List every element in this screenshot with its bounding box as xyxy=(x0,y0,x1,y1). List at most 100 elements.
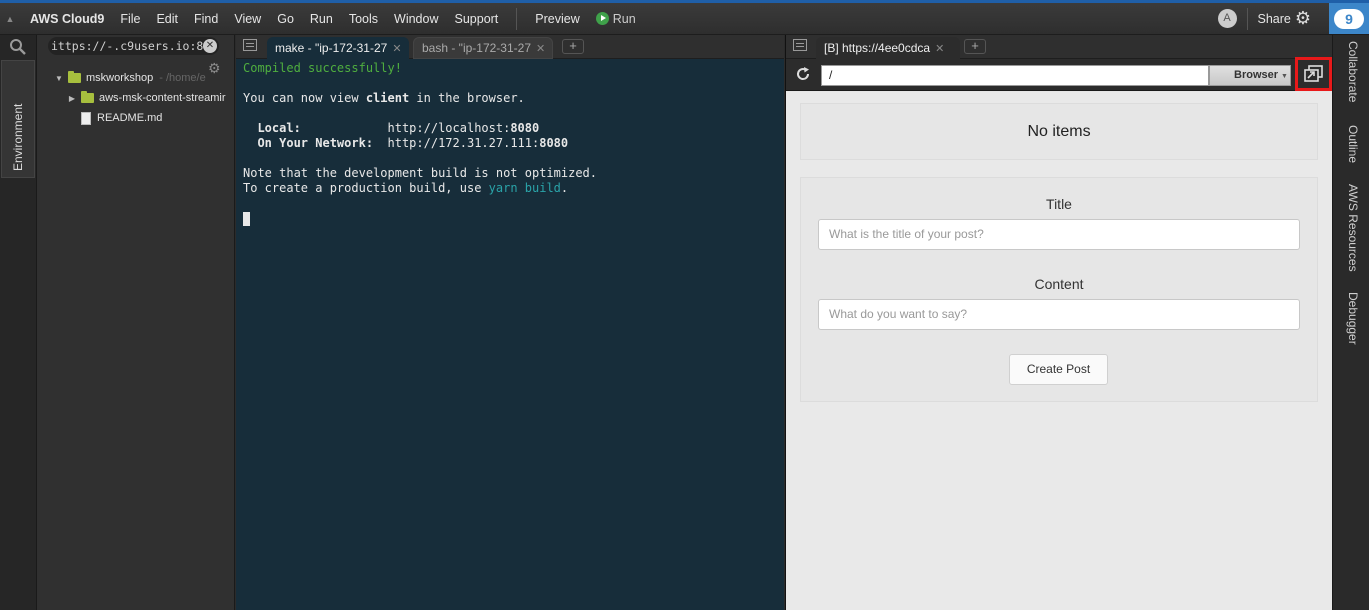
menu-go[interactable]: Go xyxy=(269,4,302,34)
share-button[interactable]: Share xyxy=(1258,12,1291,26)
browser-nav-bar: / Browser ▼ xyxy=(786,57,1333,91)
left-rail: Environment xyxy=(0,35,37,610)
menu-support[interactable]: Support xyxy=(447,4,507,34)
browser-tabbar: [B] https://4ee0cdca ✕ + xyxy=(786,35,1332,59)
menu-run[interactable]: Run xyxy=(302,4,341,34)
tree-settings-icon[interactable]: ⚙ xyxy=(208,60,221,77)
preview-browser-panel: [B] https://4ee0cdca ✕ + / Browser ▼ No … xyxy=(785,35,1333,610)
menu-divider xyxy=(516,7,518,30)
cloud9-ide: ▲ AWS Cloud9 File Edit Find View Go Run … xyxy=(0,0,1369,610)
file-tree-panel: ittps://-.c9users.io:8 ✕ ⚙ ▼ mskworkshop… xyxy=(37,35,235,610)
menu-tools[interactable]: Tools xyxy=(341,4,386,34)
terminal-local-label: Local: xyxy=(243,121,388,135)
tab-label: bash - "ip-172-31-27 xyxy=(422,41,531,55)
search-icon[interactable] xyxy=(9,38,27,56)
expanded-triangle-icon[interactable]: ▼ xyxy=(54,74,64,83)
run-button-label: Run xyxy=(612,11,636,26)
app-preview-area: No items Title What is the title of your… xyxy=(786,92,1333,610)
tree-item-label: README.md xyxy=(97,112,163,124)
avatar[interactable]: A xyxy=(1217,9,1237,28)
create-post-button[interactable]: Create Post xyxy=(1009,354,1108,385)
folder-icon xyxy=(81,91,94,103)
cloud9-logo[interactable]: 9 xyxy=(1329,3,1369,34)
tab-debugger[interactable]: Debugger xyxy=(1346,292,1360,345)
collapsed-triangle-icon[interactable]: ▶ xyxy=(67,94,77,103)
close-icon[interactable]: ✕ xyxy=(536,42,545,55)
terminal-view-suffix: in the browser. xyxy=(409,91,525,105)
tab-environment-label: Environment xyxy=(11,103,25,171)
terminal-tabbar: make - "ip-172-31-27 ✕ bash - "ip-172-31… xyxy=(236,35,784,59)
tree-search-value: ittps://-.c9users.io:8 xyxy=(51,39,204,53)
terminal-network-url: http://172.31.27.111: xyxy=(387,136,540,150)
menu-view[interactable]: View xyxy=(226,4,269,34)
menu-find[interactable]: Find xyxy=(186,4,226,34)
play-icon xyxy=(595,12,609,25)
caret-down-icon: ▼ xyxy=(1281,73,1288,80)
new-tab-icon[interactable]: + xyxy=(964,39,986,54)
menubar-right: A Share ⚙ 9 xyxy=(1217,3,1369,34)
new-tab-icon[interactable]: + xyxy=(562,39,584,54)
tab-aws-resources[interactable]: AWS Resources xyxy=(1346,184,1360,272)
browser-mode-select[interactable]: Browser ▼ xyxy=(1209,65,1291,86)
preview-menu[interactable]: Preview xyxy=(527,4,587,34)
close-icon[interactable]: ✕ xyxy=(935,42,944,55)
popout-button[interactable] xyxy=(1295,57,1332,91)
tab-collaborate[interactable]: Collaborate xyxy=(1346,41,1360,102)
tab-make-terminal[interactable]: make - "ip-172-31-27 ✕ xyxy=(267,37,409,59)
tab-label: [B] https://4ee0cdca xyxy=(824,41,931,55)
menu-file[interactable]: File xyxy=(112,4,148,34)
empty-state-card: No items xyxy=(800,103,1318,160)
post-form-card: Title What is the title of your post? Co… xyxy=(800,177,1318,402)
terminal-local-url: http://localhost: xyxy=(387,121,511,135)
terminal-yarn-build: yarn build xyxy=(488,181,561,195)
terminal-compiled-line: Compiled successfully! xyxy=(243,61,402,75)
terminal-panel: make - "ip-172-31-27 ✕ bash - "ip-172-31… xyxy=(236,35,784,610)
terminal-note-line1: Note that the development build is not o… xyxy=(243,166,598,180)
terminal-view-prefix: You can now view xyxy=(243,91,366,105)
tab-browser-preview[interactable]: [B] https://4ee0cdca ✕ xyxy=(816,37,960,59)
content-input[interactable]: What do you want to say? xyxy=(818,299,1300,330)
tree-item-path: - /home/e xyxy=(159,72,206,84)
run-button[interactable]: Run xyxy=(588,4,644,34)
collapse-menu-icon[interactable]: ▲ xyxy=(0,14,20,24)
cloud-icon: 9 xyxy=(1334,9,1364,29)
close-icon[interactable]: ✕ xyxy=(392,42,401,55)
content-label: Content xyxy=(1034,276,1084,292)
terminal-network-port: 8080 xyxy=(539,136,569,150)
address-input[interactable]: / xyxy=(821,65,1209,86)
title-input[interactable]: What is the title of your post? xyxy=(818,219,1300,250)
terminal-view-client: client xyxy=(365,91,410,105)
gear-icon[interactable]: ⚙ xyxy=(1295,8,1311,29)
right-rail: Collaborate Outline AWS Resources Debugg… xyxy=(1332,35,1369,610)
share-divider xyxy=(1246,7,1248,30)
tree-search-input[interactable]: ittps://-.c9users.io:8 ✕ xyxy=(48,37,219,55)
tab-outline[interactable]: Outline xyxy=(1346,125,1360,163)
menu-edit[interactable]: Edit xyxy=(148,4,186,34)
reload-icon[interactable] xyxy=(795,66,811,82)
tree-item-label: mskworkshop xyxy=(86,72,154,84)
terminal-output[interactable]: Compiled successfully! You can now view … xyxy=(243,61,597,226)
tree-item-aws-msk-content[interactable]: ▶ aws-msk-content-streamir xyxy=(67,88,226,108)
file-icon xyxy=(81,111,91,125)
terminal-cursor xyxy=(243,211,250,226)
clear-icon[interactable]: ✕ xyxy=(203,39,217,53)
terminal-note-prefix: To create a production build, use xyxy=(243,181,489,195)
tree-item-label: aws-msk-content-streamir xyxy=(99,92,226,104)
title-label: Title xyxy=(1046,196,1072,212)
empty-state-text: No items xyxy=(1027,122,1091,140)
menu-window[interactable]: Window xyxy=(386,4,446,34)
terminal-local-port: 8080 xyxy=(510,121,540,135)
tab-label: make - "ip-172-31-27 xyxy=(275,41,388,55)
tree-item-mskworkshop[interactable]: ▼ mskworkshop - /home/e xyxy=(54,68,206,88)
tree-item-readme[interactable]: README.md xyxy=(81,108,162,128)
tab-list-icon[interactable] xyxy=(793,39,807,51)
folder-icon xyxy=(68,71,81,83)
tab-bash-terminal[interactable]: bash - "ip-172-31-27 ✕ xyxy=(413,37,553,59)
terminal-note-suffix: . xyxy=(560,181,569,195)
tab-list-icon[interactable] xyxy=(243,39,257,51)
menu-bar: ▲ AWS Cloud9 File Edit Find View Go Run … xyxy=(0,0,1369,35)
tab-environment[interactable]: Environment xyxy=(1,60,35,178)
brand-menu[interactable]: AWS Cloud9 xyxy=(20,4,112,34)
browser-mode-label: Browser xyxy=(1234,69,1279,81)
terminal-network-label: On Your Network: xyxy=(243,136,388,150)
